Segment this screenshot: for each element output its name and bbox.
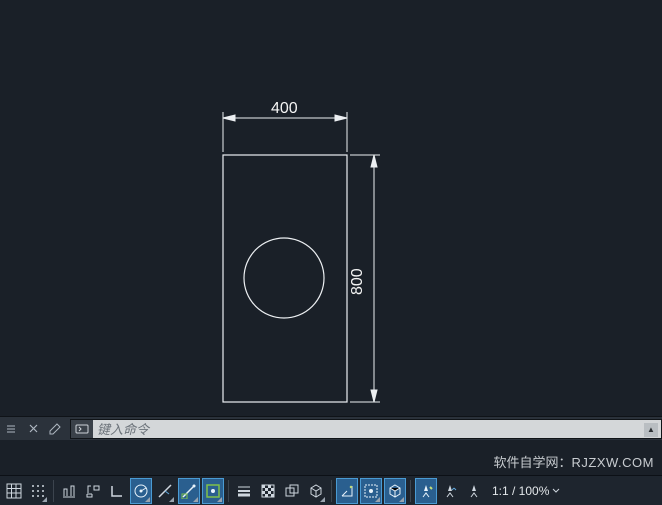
object-snap-button[interactable] [202, 478, 224, 504]
separator [331, 480, 332, 502]
status-bar: 1:1 / 100% [0, 475, 662, 505]
dimension-height: 800 [349, 268, 367, 295]
cmd-prompt-icon[interactable] [71, 420, 93, 438]
cmd-history-icon[interactable] [2, 420, 20, 438]
lineweight-button[interactable] [233, 478, 255, 504]
drawing-svg [0, 0, 662, 415]
dynamic-input-button[interactable] [82, 478, 104, 504]
separator [53, 480, 54, 502]
command-input[interactable]: 键入命令 ▲ [70, 419, 662, 439]
watermark-label: 软件自学网： [493, 455, 571, 470]
cmd-customize-icon[interactable] [46, 420, 64, 438]
separator [410, 480, 411, 502]
infer-constraints-button[interactable] [58, 478, 80, 504]
transparency-button[interactable] [257, 478, 279, 504]
dynamic-ucs-button[interactable] [336, 478, 358, 504]
zoom-text: 1:1 / 100% [492, 484, 549, 498]
cmd-close-icon[interactable] [24, 420, 42, 438]
3d-osnap-button[interactable] [305, 478, 327, 504]
separator [228, 480, 229, 502]
drawing-canvas[interactable]: 400 800 [0, 0, 662, 415]
watermark-url: RJZXW.COM [572, 455, 655, 470]
annotation-visibility-button[interactable] [415, 478, 437, 504]
osnap-tracking-button[interactable] [178, 478, 200, 504]
annotation-scale-value[interactable]: 1:1 / 100% [486, 484, 566, 498]
dimension-width: 400 [271, 100, 298, 118]
isometric-drafting-button[interactable] [154, 478, 176, 504]
command-placeholder: 键入命令 [97, 419, 149, 438]
snap-mode-button[interactable] [27, 478, 49, 504]
ortho-mode-button[interactable] [106, 478, 128, 504]
command-line-row: 键入命令 ▲ [0, 416, 662, 440]
grid-display-button[interactable] [3, 478, 25, 504]
gizmo-button[interactable] [384, 478, 406, 504]
autoscale-button[interactable] [439, 478, 461, 504]
annotation-scale-button[interactable] [463, 478, 485, 504]
cmd-history-dropdown[interactable]: ▲ [644, 423, 658, 437]
watermark: 软件自学网：RJZXW.COM [493, 452, 654, 471]
selection-filtering-button[interactable] [360, 478, 382, 504]
polar-tracking-button[interactable] [130, 478, 152, 504]
arrow-down-icon [552, 487, 560, 495]
selection-cycling-button[interactable] [281, 478, 303, 504]
